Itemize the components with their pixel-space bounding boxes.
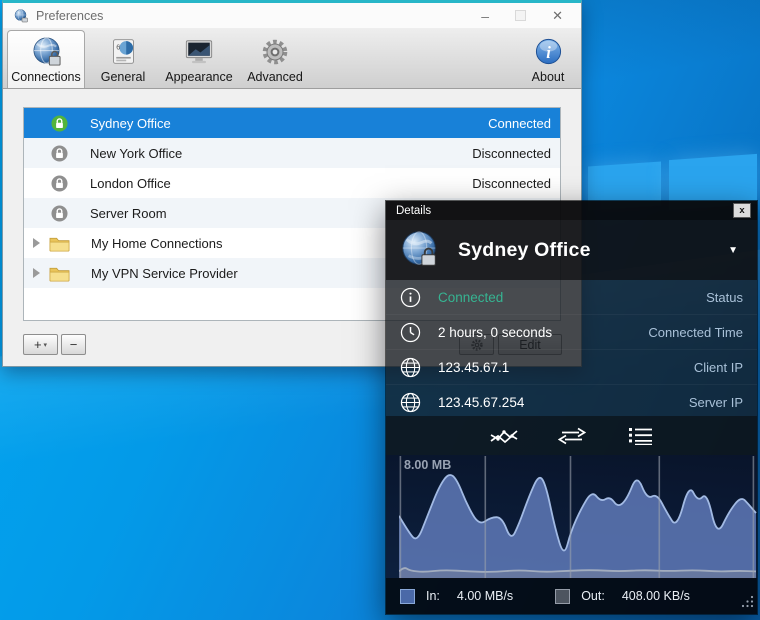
tab-label: Advanced: [247, 70, 303, 84]
details-window: Details x Sydney Office ▼ Co: [385, 200, 758, 615]
info-icon: [400, 287, 421, 308]
connected-time-label: Connected Time: [648, 325, 743, 340]
connection-status: Connected: [488, 116, 560, 131]
svg-text:6: 6: [116, 43, 120, 52]
connection-row-newyork[interactable]: New York Office Disconnected: [24, 138, 560, 168]
monitor-icon: [183, 35, 215, 68]
traffic-graph: 8.00 MB: [386, 455, 757, 578]
expand-arrow-icon[interactable]: [33, 238, 40, 248]
connected-time-value: 2 hours, 0 seconds: [438, 325, 552, 340]
folder-name: My VPN Service Provider: [91, 266, 238, 281]
lock-icon: [51, 175, 68, 192]
traffic-legend: In: 4.00 MB/s Out: 408.00 KB/s: [386, 578, 757, 614]
lock-icon: [51, 205, 68, 222]
globe-icon: [400, 357, 421, 378]
tab-label: Appearance: [165, 70, 232, 84]
tab-connections[interactable]: Connections: [7, 30, 85, 88]
details-list-icon[interactable]: [624, 424, 656, 448]
globe-icon: [31, 35, 62, 68]
lock-icon: [51, 145, 68, 162]
traffic-area-chart: [399, 456, 757, 579]
connection-name: Sydney Office: [90, 116, 171, 131]
remove-label: −: [70, 337, 78, 352]
minimize-button[interactable]: –: [481, 11, 489, 21]
tab-label: General: [101, 70, 145, 84]
server-ip-value: 123.45.67.254: [438, 395, 524, 410]
chevron-down-icon: ▾: [44, 341, 48, 349]
close-button[interactable]: x: [733, 203, 751, 218]
status-value: Connected: [438, 290, 503, 305]
folder-name: My Home Connections: [91, 236, 223, 251]
client-ip-value: 123.45.67.1: [438, 360, 509, 375]
out-swatch: [555, 589, 570, 604]
preferences-titlebar[interactable]: Preferences – ✕: [3, 3, 581, 28]
out-value: 408.00 KB/s: [622, 589, 690, 603]
connection-name: New York Office: [90, 146, 182, 161]
details-titlebar[interactable]: Details x: [386, 201, 757, 220]
connection-name: Server Room: [90, 206, 167, 221]
close-button[interactable]: ✕: [552, 8, 563, 24]
folder-icon: [49, 265, 70, 282]
traffic-graph-icon[interactable]: [488, 424, 520, 448]
tab-appearance[interactable]: Appearance: [161, 28, 237, 88]
details-view-toolbar: [386, 416, 757, 455]
in-label: In:: [426, 589, 440, 603]
in-swatch: [400, 589, 415, 604]
id-card-icon: 6: [109, 35, 138, 68]
status-row: Connected Status: [386, 280, 757, 314]
window-title: Preferences: [36, 9, 103, 23]
gear-icon: [260, 35, 290, 68]
add-label: +: [34, 337, 42, 352]
connection-name: London Office: [90, 176, 171, 191]
globe-icon: [400, 392, 421, 413]
clock-icon: [400, 322, 421, 343]
client-ip-row: 123.45.67.1 Client IP: [386, 349, 757, 384]
remove-connection-button[interactable]: −: [61, 334, 86, 355]
connection-row-sydney[interactable]: Sydney Office Connected: [24, 108, 560, 138]
in-value: 4.00 MB/s: [457, 589, 513, 603]
tab-label: Connections: [11, 70, 81, 84]
connection-globe-icon: [399, 229, 441, 271]
tab-about[interactable]: i About: [519, 28, 577, 88]
svg-text:i: i: [546, 43, 551, 62]
connected-time-row: 2 hours, 0 seconds Connected Time: [386, 314, 757, 349]
resize-grip[interactable]: [741, 595, 754, 611]
preferences-tab-bar: Connections 6 General: [3, 28, 581, 89]
app-globe-icon: [13, 8, 29, 24]
details-header: Sydney Office ▼: [386, 220, 757, 280]
tab-general[interactable]: 6 General: [85, 28, 161, 88]
screen: Preferences – ✕ C: [0, 0, 760, 620]
connection-status: Disconnected: [472, 146, 560, 161]
info-icon: i: [534, 35, 563, 68]
details-info-rows: Connected Status 2 hours, 0 seconds Conn…: [386, 280, 757, 416]
connection-status: Disconnected: [472, 176, 560, 191]
chevron-down-icon[interactable]: ▼: [728, 245, 744, 256]
client-ip-label: Client IP: [694, 360, 743, 375]
server-ip-row: 123.45.67.254 Server IP: [386, 384, 757, 419]
add-connection-button[interactable]: + ▾: [23, 334, 58, 355]
out-label: Out:: [581, 589, 605, 603]
status-label: Status: [706, 290, 743, 305]
lock-icon: [51, 115, 68, 132]
transfer-arrows-icon[interactable]: [556, 424, 588, 448]
maximize-button[interactable]: [515, 10, 526, 21]
expand-arrow-icon[interactable]: [33, 268, 40, 278]
server-ip-label: Server IP: [689, 395, 743, 410]
tab-label: About: [532, 70, 565, 84]
tab-advanced[interactable]: Advanced: [237, 28, 313, 88]
details-title: Details: [396, 205, 431, 217]
y-axis-max-label: 8.00 MB: [404, 458, 451, 472]
folder-icon: [49, 235, 70, 252]
connection-row-london[interactable]: London Office Disconnected: [24, 168, 560, 198]
details-connection-name: Sydney Office: [458, 239, 591, 262]
